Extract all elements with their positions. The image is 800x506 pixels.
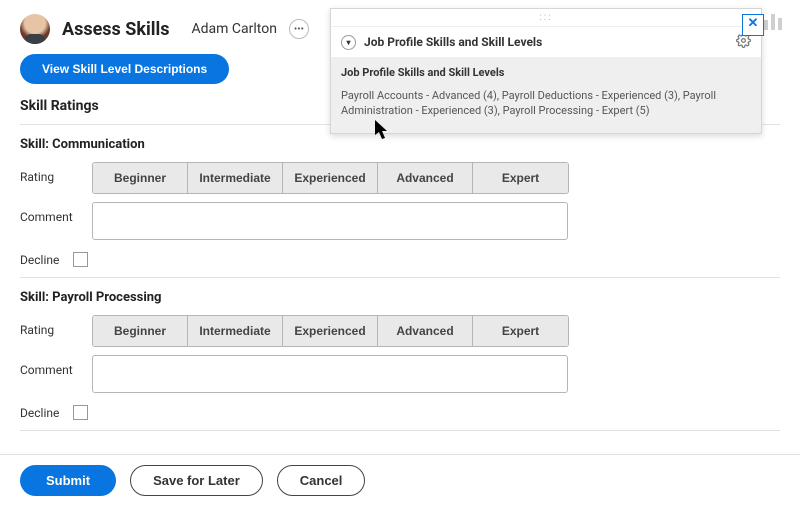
drag-handle-icon[interactable]: :::	[331, 9, 761, 26]
avatar	[20, 14, 50, 44]
skill-levels-popover: ::: ▾ Job Profile Skills and Skill Level…	[330, 8, 762, 134]
rating-option-advanced[interactable]: Advanced	[378, 163, 473, 193]
rating-option-expert[interactable]: Expert	[473, 163, 568, 193]
comment-input[interactable]	[92, 202, 568, 240]
rating-option-beginner[interactable]: Beginner	[93, 163, 188, 193]
popover-header: ▾ Job Profile Skills and Skill Levels	[331, 26, 761, 58]
decline-checkbox[interactable]	[73, 405, 88, 420]
skills-panel: Skill: Communication Rating Beginner Int…	[20, 124, 780, 431]
rating-group: Beginner Intermediate Experienced Advanc…	[92, 162, 569, 194]
rating-row: Rating Beginner Intermediate Experienced…	[20, 162, 780, 194]
more-actions-button[interactable]: •••	[289, 19, 309, 39]
close-icon[interactable]: ✕	[742, 14, 764, 36]
comment-label: Comment	[20, 355, 92, 377]
rating-label: Rating	[20, 162, 92, 184]
chevron-down-icon[interactable]: ▾	[341, 35, 356, 50]
decline-checkbox[interactable]	[73, 252, 88, 267]
rating-option-advanced[interactable]: Advanced	[378, 316, 473, 346]
decline-row: Decline	[20, 405, 780, 420]
popover-title: Job Profile Skills and Skill Levels	[364, 35, 542, 49]
popover-text: Payroll Accounts - Advanced (4), Payroll…	[341, 89, 751, 119]
page-title: Assess Skills	[62, 19, 170, 40]
comment-row: Comment	[20, 355, 780, 393]
comment-input[interactable]	[92, 355, 568, 393]
popover-subheading: Job Profile Skills and Skill Levels	[341, 66, 751, 79]
popover-body: Job Profile Skills and Skill Levels Payr…	[331, 58, 761, 133]
comment-row: Comment	[20, 202, 780, 240]
rating-group: Beginner Intermediate Experienced Advanc…	[92, 315, 569, 347]
skill-block: Skill: Payroll Processing Rating Beginne…	[20, 278, 780, 431]
decline-label: Decline	[20, 406, 59, 420]
skill-title: Skill: Communication	[20, 137, 780, 152]
rating-option-intermediate[interactable]: Intermediate	[188, 316, 283, 346]
comment-label: Comment	[20, 202, 92, 224]
save-for-later-button[interactable]: Save for Later	[130, 465, 263, 496]
decline-label: Decline	[20, 253, 59, 267]
rating-option-beginner[interactable]: Beginner	[93, 316, 188, 346]
chart-icon[interactable]	[764, 14, 782, 30]
cancel-button[interactable]: Cancel	[277, 465, 366, 496]
rating-option-expert[interactable]: Expert	[473, 316, 568, 346]
user-name: Adam Carlton	[192, 21, 277, 37]
view-skill-descriptions-button[interactable]: View Skill Level Descriptions	[20, 54, 229, 84]
rating-option-experienced[interactable]: Experienced	[283, 316, 378, 346]
rating-label: Rating	[20, 315, 92, 337]
rating-option-intermediate[interactable]: Intermediate	[188, 163, 283, 193]
rating-option-experienced[interactable]: Experienced	[283, 163, 378, 193]
footer-actions: Submit Save for Later Cancel	[0, 454, 800, 506]
decline-row: Decline	[20, 252, 780, 267]
rating-row: Rating Beginner Intermediate Experienced…	[20, 315, 780, 347]
skill-title: Skill: Payroll Processing	[20, 290, 780, 305]
skill-block: Skill: Communication Rating Beginner Int…	[20, 125, 780, 278]
submit-button[interactable]: Submit	[20, 465, 116, 496]
